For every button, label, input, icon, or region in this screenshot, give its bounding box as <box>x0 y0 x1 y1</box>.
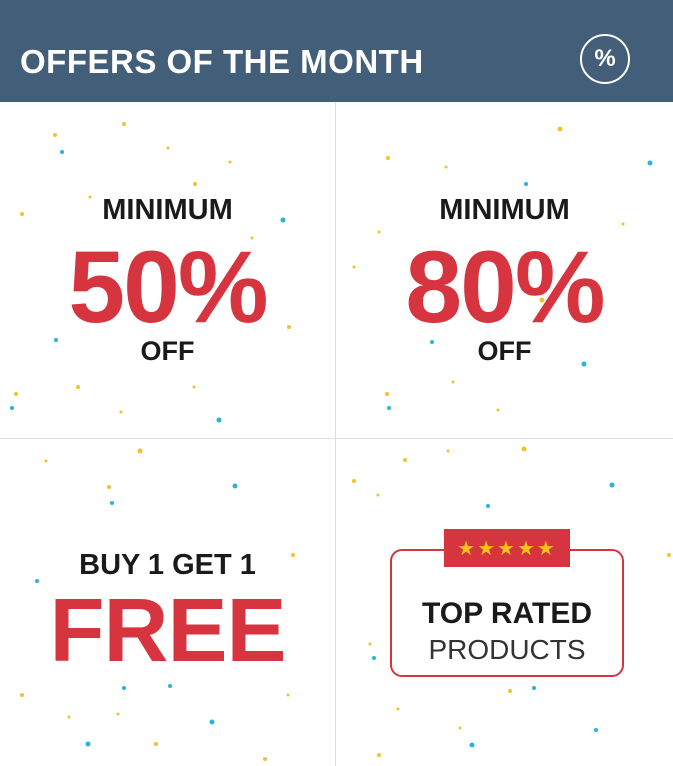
offers-header: OFFERS OF THE MONTH % <box>0 0 673 102</box>
top-rated-title: TOP RATED <box>421 597 593 630</box>
offer-value-free: FREE <box>49 581 286 681</box>
top-rated-subtitle: PRODUCTS <box>428 634 586 665</box>
grid-divider-vertical <box>335 102 336 766</box>
top-rated-card: TOP RATED PRODUCTS <box>390 549 624 677</box>
offer-tile-50-percent[interactable]: MINIMUM 50% OFF <box>0 102 335 438</box>
percent-icon[interactable]: % <box>580 34 630 84</box>
grid-divider-horizontal <box>0 438 673 439</box>
offer-tile-buy-one-get-one[interactable]: BUY 1 GET 1 FREE <box>0 439 335 766</box>
offer-label-minimum: MINIMUM <box>439 194 570 226</box>
offer-label-minimum: MINIMUM <box>102 194 233 226</box>
offer-label-off: OFF <box>477 336 532 366</box>
offer-value: 50% <box>68 230 268 344</box>
offer-label-buy-get: BUY 1 GET 1 <box>79 549 256 581</box>
offer-value: 80% <box>405 230 605 344</box>
offer-label-off: OFF <box>140 336 195 366</box>
header-title: OFFERS OF THE MONTH <box>20 43 424 80</box>
star-icon: ★★★★★ <box>444 529 570 567</box>
offer-tile-top-rated[interactable]: TOP RATED PRODUCTS ★★★★★ <box>336 439 673 766</box>
offers-grid: MINIMUM 50% OFF MINIMUM 80% OFF BUY 1 GE… <box>0 102 673 766</box>
offer-tile-80-percent[interactable]: MINIMUM 80% OFF <box>336 102 673 438</box>
